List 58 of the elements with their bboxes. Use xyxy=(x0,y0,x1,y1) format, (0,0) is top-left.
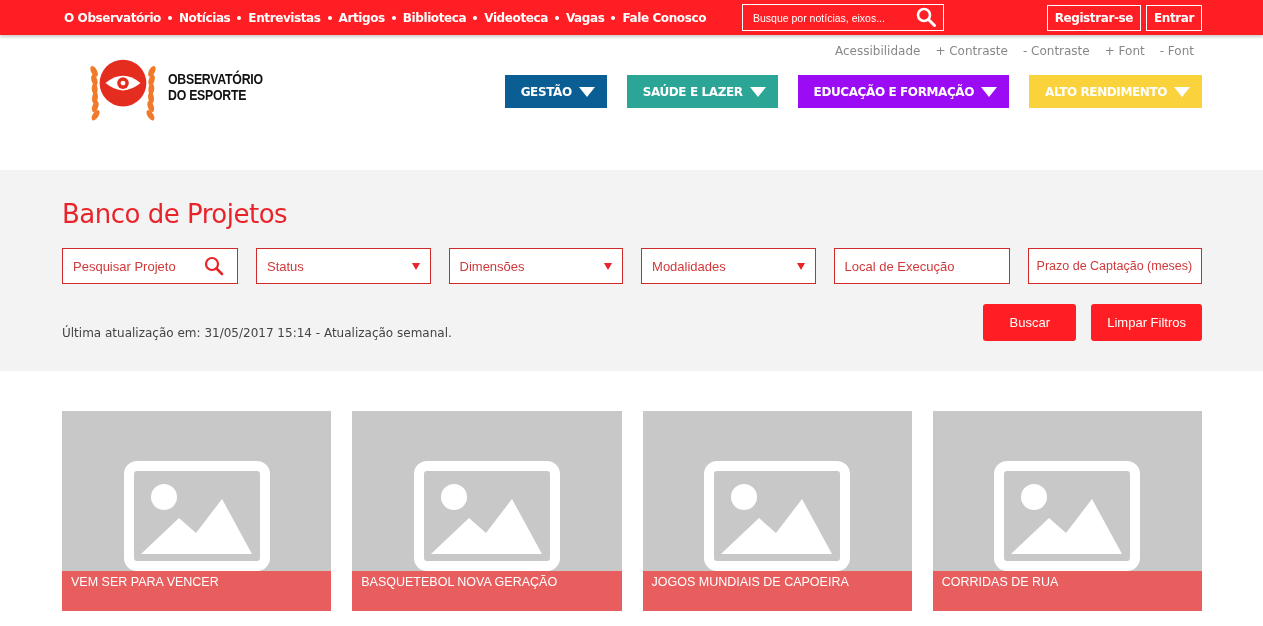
filter-button[interactable]: Buscar xyxy=(983,304,1077,341)
nav-link[interactable]: Notícias xyxy=(178,10,231,25)
filter-input-field[interactable]: Prazo de Captação (meses) xyxy=(1027,248,1202,284)
separator-dot xyxy=(554,15,559,20)
category-menu-button[interactable]: EDUCAÇÃO E FORMAÇÃO xyxy=(797,75,1009,108)
separator-dot xyxy=(611,15,616,20)
search-field[interactable]: Busque por notícias, eixos... xyxy=(742,4,944,31)
filter-dropdown[interactable]: Status xyxy=(256,248,431,284)
project-title-bar[interactable]: BASQUETEBOL NOVA GERAÇÃO xyxy=(352,571,622,611)
project-title-bar[interactable]: VEM SER PARA VENCER xyxy=(62,571,332,611)
filter-dropdown[interactable]: Dimensões xyxy=(448,248,624,284)
image-icon xyxy=(413,461,560,571)
nav-link[interactable]: Fale Conosco xyxy=(622,10,706,25)
search-icon[interactable] xyxy=(916,7,936,27)
account-button[interactable]: Registrar-se xyxy=(1046,4,1141,31)
image-placeholder[interactable] xyxy=(932,411,1202,571)
account-button[interactable]: Entrar xyxy=(1146,4,1202,31)
nav-link[interactable]: O Observatório xyxy=(64,10,161,25)
nav-link[interactable]: Artigos xyxy=(338,10,385,25)
accessibility-link[interactable]: + Font xyxy=(1104,44,1145,58)
separator-dot xyxy=(237,15,242,20)
separator-dot xyxy=(391,15,396,20)
last-update-text: Última atualização em: 31/05/2017 15:14 - Atualização semanal. xyxy=(62,325,452,340)
project-title-bar[interactable]: CORRIDAS DE RUA xyxy=(932,571,1202,611)
logo-wordmark[interactable]: OBSERVATÓRIO DO ESPORTE xyxy=(168,71,263,103)
nav-link[interactable]: Biblioteca xyxy=(402,10,467,25)
image-icon xyxy=(704,461,851,571)
nav-link[interactable]: Vagas xyxy=(565,10,605,25)
image-placeholder[interactable] xyxy=(352,411,622,571)
caret-icon xyxy=(604,262,613,270)
category-menu-button[interactable]: SAÚDE E LAZER xyxy=(626,75,778,108)
accessibility-link[interactable]: Acessibilidade xyxy=(834,44,921,58)
caret-icon xyxy=(411,262,420,270)
nav-link[interactable]: Videoteca xyxy=(484,10,548,25)
caret-icon xyxy=(1174,86,1190,97)
project-search-field[interactable]: Pesquisar Projeto xyxy=(62,248,238,284)
page-title: Banco de Projetos xyxy=(62,199,289,229)
search-icon[interactable] xyxy=(204,256,224,276)
caret-icon xyxy=(981,86,997,97)
nav-link[interactable]: Entrevistas xyxy=(248,10,321,25)
accessibility-link[interactable]: - Font xyxy=(1159,44,1194,58)
caret-icon xyxy=(796,262,805,270)
image-icon xyxy=(994,461,1141,571)
separator-dot xyxy=(473,15,478,20)
project-title-bar[interactable]: JOGOS MUNDIAIS DE CAPOEIRA xyxy=(642,571,912,611)
accessibility-link[interactable]: + Contraste xyxy=(935,44,1008,58)
caret-icon xyxy=(578,86,595,97)
image-placeholder[interactable] xyxy=(642,411,912,571)
category-menu-button[interactable]: GESTÃO xyxy=(504,75,607,108)
caret-icon xyxy=(749,86,766,97)
separator-dot xyxy=(167,15,172,20)
accessibility-link[interactable]: - Contraste xyxy=(1022,44,1090,58)
filter-dropdown[interactable]: Modalidades xyxy=(641,248,816,284)
image-icon xyxy=(123,461,270,571)
separator-dot xyxy=(327,15,332,20)
filter-button[interactable]: Limpar Filtros xyxy=(1091,304,1202,341)
image-placeholder[interactable] xyxy=(62,411,332,571)
filter-input-field[interactable]: Local de Execução xyxy=(833,248,1010,284)
